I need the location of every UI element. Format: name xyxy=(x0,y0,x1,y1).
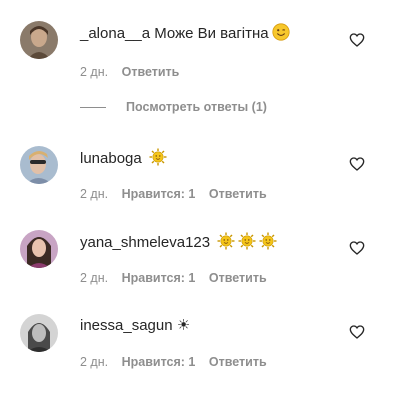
sun-with-face-emoji-icon xyxy=(149,148,167,166)
comment-time: 2 дн. xyxy=(80,271,109,285)
reply-button[interactable]: Ответить xyxy=(122,65,180,79)
comment-username[interactable]: yana_shmeleva123 xyxy=(80,234,210,251)
comment-username[interactable]: _alona__a xyxy=(80,25,150,42)
heart-outline-icon[interactable] xyxy=(349,240,365,256)
comment-text-line: yana_shmeleva123 xyxy=(80,232,277,253)
comment-time: 2 дн. xyxy=(80,187,109,201)
avatar[interactable] xyxy=(20,146,58,184)
view-replies-button[interactable]: Посмотреть ответы (1) xyxy=(80,100,267,116)
avatar[interactable] xyxy=(20,314,58,352)
comment-text: ☀ xyxy=(176,317,191,334)
avatar[interactable] xyxy=(20,21,58,59)
comment-time: 2 дн. xyxy=(80,355,109,369)
comment-meta: 2 дн. Нравится: 1 Ответить xyxy=(80,354,277,370)
reply-button[interactable]: Ответить xyxy=(209,271,267,285)
comment-text-line: inessa_sagun ☀ xyxy=(80,316,190,336)
heart-outline-icon[interactable] xyxy=(349,32,365,48)
heart-outline-icon[interactable] xyxy=(349,156,365,172)
view-replies-label: Посмотреть ответы (1) xyxy=(126,100,267,114)
heart-outline-icon[interactable] xyxy=(349,324,365,340)
comment-text-line: _alona__a Може Ви вагітна xyxy=(80,23,290,44)
comment-username[interactable]: inessa_sagun xyxy=(80,317,173,334)
sun-with-face-emoji-icon xyxy=(217,232,235,250)
reply-button[interactable]: Ответить xyxy=(209,187,267,201)
likes-count[interactable]: Нравится: 1 xyxy=(122,355,196,369)
comment-meta: 2 дн. Нравится: 1 Ответить xyxy=(80,186,277,202)
divider-line xyxy=(80,107,106,109)
sun-with-face-emoji-icon xyxy=(259,232,277,250)
sun-with-face-emoji-icon xyxy=(238,232,256,250)
smiling-face-emoji-icon xyxy=(272,23,290,41)
likes-count[interactable]: Нравится: 1 xyxy=(122,271,196,285)
comment-text-line: lunaboga xyxy=(80,148,167,169)
comment-meta: 2 дн. Нравится: 1 Ответить xyxy=(80,270,277,286)
avatar[interactable] xyxy=(20,230,58,268)
comment-text: Може Ви вагітна xyxy=(154,25,269,42)
comment-username[interactable]: lunaboga xyxy=(80,150,142,167)
likes-count[interactable]: Нравится: 1 xyxy=(122,187,196,201)
comments-list: _alona__a Може Ви вагітна 2 дн. Ответить… xyxy=(0,0,400,409)
comment-meta: 2 дн. Ответить xyxy=(80,64,189,80)
reply-button[interactable]: Ответить xyxy=(209,355,267,369)
comment-time: 2 дн. xyxy=(80,65,109,79)
